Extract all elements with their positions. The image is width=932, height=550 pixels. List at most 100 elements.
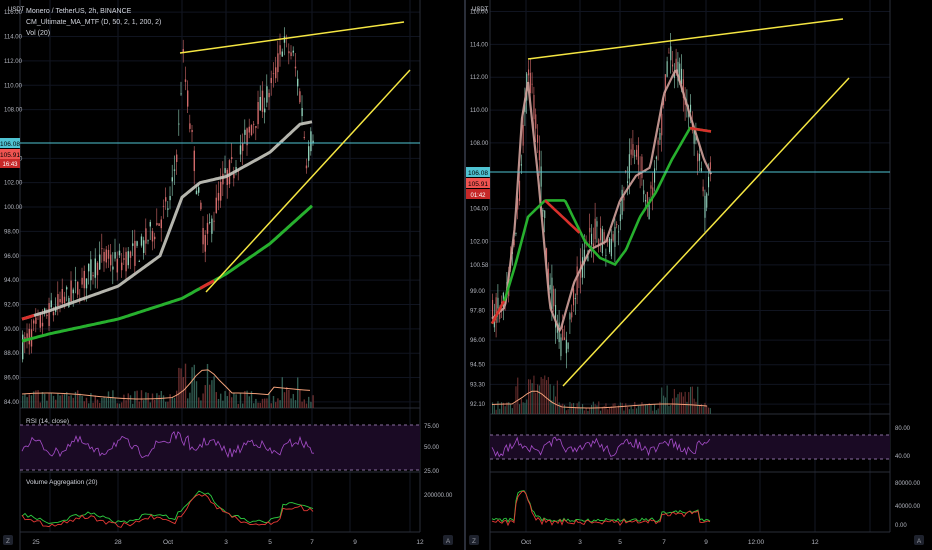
left-vol-label: Vol (20) — [26, 30, 50, 37]
right-volume-bar — [643, 404, 645, 414]
right-volume-bar — [531, 383, 533, 414]
right-volume-bar — [547, 377, 549, 414]
left-candle-body — [310, 131, 312, 152]
left-candle-body — [85, 278, 88, 289]
left-candle-body — [228, 160, 231, 185]
right-volume-bar — [706, 405, 708, 414]
left-volume-bar — [79, 393, 81, 408]
right-candle-body — [645, 199, 647, 202]
right-volume-bar — [515, 386, 517, 414]
left-volume-bar — [169, 394, 171, 408]
right-candle-body — [522, 124, 524, 146]
left-volume-bar — [149, 402, 151, 408]
left-volume-bar — [217, 398, 220, 408]
left-candle-body — [299, 91, 301, 103]
right-price-tick: 93.30 — [470, 382, 486, 388]
right-volume-bar — [646, 404, 648, 414]
left-volume-bar — [290, 398, 292, 408]
left-time-tick: 25 — [32, 539, 40, 546]
left-volume-bar — [173, 397, 176, 408]
left-candle-body — [178, 123, 180, 125]
right-candle-body — [569, 313, 571, 320]
left-volume-bar — [264, 398, 266, 408]
left-candle-body — [242, 142, 244, 151]
left-candle-body — [154, 236, 156, 240]
left-volume-bar — [281, 377, 283, 408]
right-volume-bar — [682, 396, 684, 414]
left-candle-body — [52, 312, 55, 316]
left-volume-bar — [270, 403, 272, 408]
right-volume-bar — [666, 385, 668, 414]
left-rsi-tick: 75.00 — [424, 424, 440, 430]
left-volume-bar — [33, 391, 35, 408]
left-volume-bar — [138, 401, 140, 408]
right-volume-bar — [497, 401, 499, 414]
right-volume-bar — [636, 408, 638, 414]
left-rsi-tick: 25.00 — [424, 469, 440, 475]
right-candle-body — [672, 64, 674, 67]
right-candle-body — [497, 297, 499, 309]
right-volume-bar — [614, 403, 616, 414]
left-price-tick: 90.00 — [4, 327, 20, 333]
left-price-tick: 94.00 — [4, 278, 20, 284]
left-volume-bar — [301, 401, 303, 408]
right-candle-body — [594, 218, 596, 240]
right-volume-bar — [668, 406, 670, 414]
left-candle-body — [28, 328, 30, 345]
right-candle-body — [574, 298, 576, 300]
right-volume-bar — [573, 402, 575, 414]
left-candle-body — [132, 243, 134, 246]
right-rsi-tick: 80.00 — [895, 426, 911, 432]
left-volume-bar — [123, 394, 125, 408]
right-candle-body — [553, 288, 555, 307]
right-volume-bar — [537, 384, 539, 414]
left-candle-body — [72, 289, 74, 294]
left-candle-body — [180, 93, 182, 95]
right-candle-body — [702, 186, 704, 192]
right-volume-bar — [679, 392, 681, 414]
right-volume-bar — [686, 401, 688, 414]
left-candle-body — [66, 287, 68, 290]
right-volume-bar — [664, 397, 666, 414]
left-volume-bar — [55, 399, 57, 408]
left-time-tick: 9 — [353, 539, 357, 546]
right-volume-bar — [625, 403, 627, 414]
left-volume-bar — [206, 363, 209, 408]
right-volume-bar — [569, 401, 571, 414]
right-candle-body — [670, 46, 672, 61]
right-candle-body — [628, 154, 630, 179]
left-candle-body — [308, 146, 310, 161]
left-candle-body — [46, 314, 48, 317]
right-volume-bar — [553, 385, 555, 414]
dual-chart-workspace[interactable]: 75.0050.0025.00200000.00 80.0040.0080000… — [0, 0, 932, 550]
left-candle-body — [233, 173, 235, 179]
right-volume-bar — [594, 404, 596, 414]
left-candle-body — [74, 279, 77, 281]
right-volume-bar — [600, 410, 602, 414]
left-candle-body — [294, 66, 297, 69]
right-volume-bar — [684, 391, 686, 414]
left-volume-bar — [279, 400, 281, 408]
right-candle-body — [592, 243, 594, 247]
right-volume-bar — [673, 388, 675, 414]
left-candle-body — [160, 219, 162, 229]
left-volume-bar — [299, 389, 301, 408]
right-volume-bar — [675, 397, 677, 414]
right-volume-bar — [544, 375, 546, 414]
right-time-tick: 7 — [662, 539, 666, 546]
right-volume-bar — [670, 405, 672, 414]
left-volume-bar — [96, 399, 99, 408]
left-candle-body — [63, 296, 66, 304]
left-volume-bar — [151, 393, 154, 408]
right-candle-body — [567, 342, 569, 349]
left-candle-body — [70, 280, 72, 302]
right-auto-badge: A — [917, 538, 922, 545]
left-volume-bar — [184, 363, 187, 408]
left-candle-body — [184, 79, 187, 82]
left-volume-bar — [193, 364, 195, 408]
left-time-tick: 3 — [224, 539, 228, 546]
right-candle-body — [560, 337, 562, 357]
right-candle-body — [609, 238, 611, 252]
right-candle-body — [668, 52, 670, 54]
right-candle-body — [600, 227, 602, 241]
